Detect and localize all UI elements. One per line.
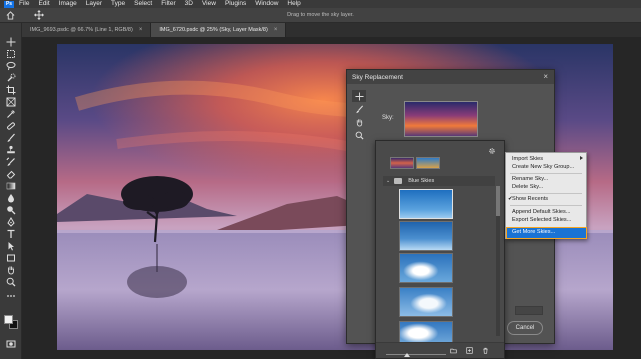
menu-type[interactable]: Type xyxy=(111,0,125,8)
path-select-icon[interactable] xyxy=(5,241,17,251)
move-icon[interactable] xyxy=(5,37,17,47)
gear-icon[interactable] xyxy=(488,147,496,155)
output-select[interactable] xyxy=(515,306,543,315)
menu-view[interactable]: View xyxy=(202,0,216,8)
dodge-icon[interactable] xyxy=(5,205,17,215)
history-brush-icon[interactable] xyxy=(5,157,17,167)
quick-select-icon[interactable] xyxy=(5,73,17,83)
sky-picker-footer xyxy=(376,342,504,358)
zoom-icon[interactable] xyxy=(5,277,17,287)
eyedropper-icon[interactable] xyxy=(5,109,17,119)
group-label: Blue Skies xyxy=(408,178,435,184)
slider-knob[interactable] xyxy=(404,353,410,357)
move-icon[interactable] xyxy=(352,90,366,102)
pen-icon[interactable] xyxy=(5,217,17,227)
tab-label: IMG_9693.psdc @ 66.7% (Line 1, RGB/8) xyxy=(30,27,133,33)
menu-bar: Ps File Edit Image Layer Type Select Fil… xyxy=(0,0,641,8)
photoshop-logo-icon[interactable]: Ps xyxy=(4,0,14,8)
type-icon[interactable] xyxy=(5,229,17,239)
eraser-icon[interactable] xyxy=(5,169,17,179)
menu-edit[interactable]: Edit xyxy=(38,0,49,8)
hand-icon[interactable] xyxy=(5,265,17,275)
document-tab-bar: IMG_9693.psdc @ 66.7% (Line 1, RGB/8) × … xyxy=(22,23,641,37)
thumbnail-size-slider[interactable] xyxy=(386,354,446,355)
menu-image[interactable]: Image xyxy=(59,0,77,8)
menu-item-create-new-sky-group[interactable]: Create New Sky Group... xyxy=(512,164,574,171)
cancel-button[interactable]: Cancel xyxy=(507,321,543,335)
gradient-icon[interactable] xyxy=(5,181,17,191)
dialog-field-stub xyxy=(514,246,544,254)
healing-icon[interactable] xyxy=(5,121,17,131)
menu-item-delete-sky[interactable]: Delete Sky... xyxy=(512,184,543,191)
sky-preview-dropdown[interactable] xyxy=(404,101,478,137)
sky-brush-icon[interactable] xyxy=(352,103,366,115)
menu-layer[interactable]: Layer xyxy=(86,0,102,8)
menu-filter[interactable]: Filter xyxy=(161,0,175,8)
zoom-icon[interactable] xyxy=(352,129,366,141)
tools-panel xyxy=(0,23,22,359)
tab-img-9693[interactable]: IMG_9693.psdc @ 66.7% (Line 1, RGB/8) × xyxy=(22,23,152,37)
sky-group-blue-skies[interactable]: ⌄ Blue Skies xyxy=(383,176,495,186)
lasso-icon[interactable] xyxy=(5,61,17,71)
trash-icon[interactable] xyxy=(482,347,489,354)
dialog-titlebar[interactable]: Sky Replacement × xyxy=(347,70,554,84)
menu-separator xyxy=(510,173,582,174)
sky-list-scrollbar[interactable] xyxy=(496,186,500,336)
new-group-icon[interactable] xyxy=(450,347,457,354)
close-icon[interactable]: × xyxy=(274,27,278,33)
sky-thumbnail[interactable] xyxy=(399,253,453,283)
blur-icon[interactable] xyxy=(5,193,17,203)
menu-separator xyxy=(510,193,582,194)
chevron-down-icon[interactable]: ⌄ xyxy=(386,178,390,184)
menu-item-import-skies[interactable]: Import Skies xyxy=(512,156,543,163)
sky-thumbnail[interactable] xyxy=(399,287,453,317)
dialog-toolbox xyxy=(352,90,368,142)
sky-options-menu: Import Skies Create New Sky Group... Ren… xyxy=(505,152,587,239)
recent-sky-thumb[interactable] xyxy=(390,157,414,169)
close-icon[interactable]: × xyxy=(139,27,143,33)
menu-window[interactable]: Window xyxy=(255,0,278,8)
close-icon[interactable]: × xyxy=(543,72,548,81)
folder-icon xyxy=(394,178,403,184)
menu-item-get-more-skies[interactable]: Get More Skies... xyxy=(512,229,555,236)
sky-thumbnail[interactable] xyxy=(399,189,453,219)
options-hint-text: Drag to move the sky layer. xyxy=(287,12,354,18)
sky-thumbnail[interactable] xyxy=(399,221,453,251)
recent-sky-thumb[interactable] xyxy=(416,157,440,169)
menu-file[interactable]: File xyxy=(19,0,29,8)
menu-item-export-selected-skies[interactable]: Export Selected Skies... xyxy=(512,217,571,224)
foreground-color-swatch[interactable] xyxy=(4,315,13,324)
options-bar: Drag to move the sky layer. xyxy=(0,8,641,23)
menu-separator xyxy=(510,205,582,206)
brush-icon[interactable] xyxy=(5,133,17,143)
menu-help[interactable]: Help xyxy=(287,0,300,8)
hand-icon[interactable] xyxy=(352,116,366,128)
add-sky-icon[interactable] xyxy=(466,347,473,354)
sky-picker-panel: ⌄ Blue Skies xyxy=(375,140,505,359)
stamp-icon[interactable] xyxy=(5,145,17,155)
more-icon[interactable] xyxy=(5,291,17,301)
menu-item-show-recents[interactable]: Show Recents xyxy=(512,196,548,203)
menu-item-append-default-skies[interactable]: Append Default Skies... xyxy=(512,209,570,216)
menu-3d[interactable]: 3D xyxy=(185,0,193,8)
marquee-icon[interactable] xyxy=(5,49,17,59)
scrollbar-thumb[interactable] xyxy=(496,186,500,216)
sky-label: Sky: xyxy=(382,115,394,121)
tab-label: IMG_6720.psdc @ 25% (Sky, Layer Mask/8) xyxy=(159,27,268,33)
tab-img-6720[interactable]: IMG_6720.psdc @ 25% (Sky, Layer Mask/8) … xyxy=(151,23,287,37)
crop-icon[interactable] xyxy=(5,85,17,95)
menu-select[interactable]: Select xyxy=(134,0,152,8)
submenu-arrow-icon xyxy=(580,156,583,160)
dialog-title: Sky Replacement xyxy=(352,73,403,81)
menu-item-rename-sky[interactable]: Rename Sky... xyxy=(512,176,548,183)
shape-icon[interactable] xyxy=(5,253,17,263)
quick-mask-icon[interactable] xyxy=(5,339,17,349)
frame-icon[interactable] xyxy=(5,97,17,107)
menu-plugins[interactable]: Plugins xyxy=(225,0,246,8)
